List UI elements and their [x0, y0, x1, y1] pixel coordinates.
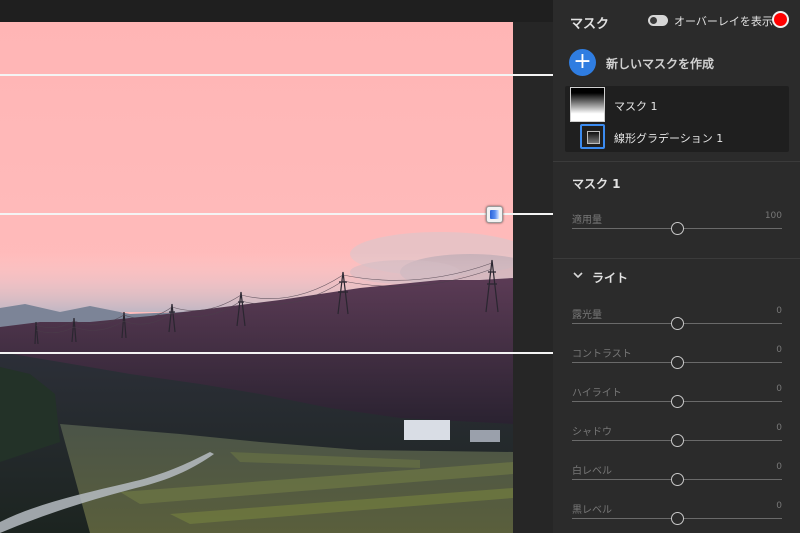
highlights-label: ハイライト [572, 388, 622, 399]
contrast-slider-thumb[interactable] [671, 356, 684, 369]
amount-slider-row: 適用量 100 [553, 211, 800, 245]
light-section-header[interactable]: ライト [572, 269, 772, 285]
linear-gradient-icon[interactable] [580, 124, 605, 149]
shadows-slider-track[interactable] [572, 434, 782, 447]
amount-value[interactable]: 100 [765, 211, 782, 221]
section-divider [553, 258, 800, 259]
whites-slider-thumb[interactable] [671, 473, 684, 486]
exposure-slider-thumb[interactable] [671, 317, 684, 330]
panel-title: マスク [570, 17, 610, 32]
mask-section-title: マスク 1 [572, 177, 621, 191]
whites-slider-track[interactable] [572, 473, 782, 486]
toggle-icon[interactable] [648, 15, 668, 26]
gradient-end-line[interactable] [0, 352, 553, 354]
overlay-toggle-label[interactable]: オーバーレイを表示 [674, 13, 773, 29]
section-divider [553, 161, 800, 162]
plus-icon[interactable]: + [569, 49, 596, 76]
landscape-photo [0, 22, 513, 533]
overlay-color-swatch[interactable] [772, 11, 789, 28]
amount-slider-track[interactable] [572, 222, 782, 235]
chevron-down-icon[interactable] [573, 270, 583, 280]
contrast-slider-row: コントラスト 0 [553, 345, 800, 379]
highlights-slider-track[interactable] [572, 395, 782, 408]
shadows-slider-row: シャドウ 0 [553, 423, 800, 457]
blacks-slider-thumb[interactable] [671, 512, 684, 525]
shadows-label: シャドウ [572, 427, 612, 438]
highlights-value[interactable]: 0 [776, 384, 782, 394]
mask-panel: マスク オーバーレイを表示 + 新しいマスクを作成 マスク 1 線形グラデーショ… [553, 0, 800, 533]
amount-label: 適用量 [572, 215, 602, 226]
mask-component-name[interactable]: 線形グラデーション 1 [614, 130, 723, 146]
blacks-label: 黒レベル [572, 505, 612, 516]
mask-thumbnail[interactable] [570, 87, 605, 122]
shadows-slider-thumb[interactable] [671, 434, 684, 447]
whites-slider-row: 白レベル 0 [553, 462, 800, 496]
exposure-label: 露光量 [572, 310, 602, 321]
mask-name[interactable]: マスク 1 [614, 98, 658, 114]
contrast-label: コントラスト [572, 349, 632, 360]
mask-list: マスク 1 線形グラデーション 1 [565, 86, 789, 152]
canvas-gutter [513, 22, 553, 533]
amount-slider-thumb[interactable] [671, 222, 684, 235]
create-new-mask-button[interactable]: + 新しいマスクを作成 [569, 49, 789, 77]
blacks-slider-track[interactable] [572, 512, 782, 525]
gradient-start-line[interactable] [0, 74, 553, 76]
gradient-handle-icon[interactable] [486, 206, 503, 223]
blacks-value[interactable]: 0 [776, 501, 782, 511]
image-canvas-area[interactable] [0, 0, 553, 533]
exposure-slider-track[interactable] [572, 317, 782, 330]
contrast-value[interactable]: 0 [776, 345, 782, 355]
contrast-slider-track[interactable] [572, 356, 782, 369]
shadows-value[interactable]: 0 [776, 423, 782, 433]
highlights-slider-thumb[interactable] [671, 395, 684, 408]
mask-panel-header: マスク オーバーレイを表示 [553, 0, 800, 40]
gradient-center-line[interactable] [0, 213, 553, 215]
whites-label: 白レベル [572, 466, 612, 477]
blacks-slider-row: 黒レベル 0 [553, 501, 800, 533]
whites-value[interactable]: 0 [776, 462, 782, 472]
light-section-title: ライト [592, 271, 629, 285]
exposure-value[interactable]: 0 [776, 306, 782, 316]
create-new-mask-label[interactable]: 新しいマスクを作成 [606, 55, 714, 72]
highlights-slider-row: ハイライト 0 [553, 384, 800, 418]
canvas-top-bar [0, 0, 553, 22]
photo-preview[interactable] [0, 22, 513, 533]
exposure-slider-row: 露光量 0 [553, 306, 800, 340]
